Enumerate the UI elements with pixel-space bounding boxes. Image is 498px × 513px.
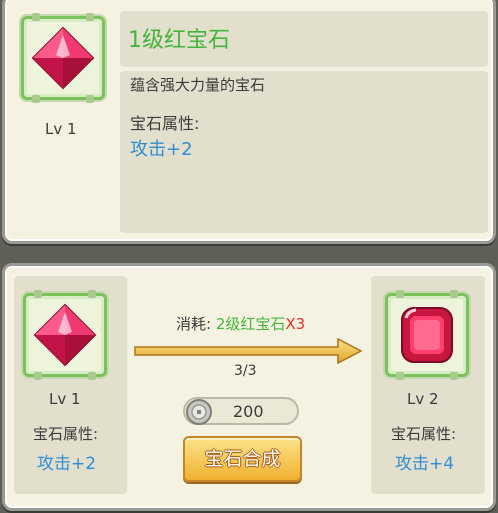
coin-icon bbox=[186, 399, 212, 425]
target-level-label: Lv 2 bbox=[407, 390, 439, 408]
target-attr-label: 宝石属性: bbox=[391, 425, 457, 443]
red-square-gem-icon bbox=[401, 307, 453, 363]
source-attr-label: 宝石属性: bbox=[33, 425, 99, 443]
gem-attr-label: 宝石属性: bbox=[130, 114, 200, 133]
red-diamond-gem-icon bbox=[33, 303, 97, 367]
target-attr-value: 攻击+4 bbox=[395, 454, 455, 474]
coin-cost-field: 200 bbox=[183, 397, 299, 425]
cost-item: 2级红宝石 bbox=[215, 315, 286, 333]
gem-description-text: 蕴含强大力量的宝石 bbox=[130, 76, 266, 94]
gem-slot[interactable] bbox=[21, 13, 105, 103]
source-level-label: Lv 1 bbox=[49, 390, 81, 408]
gem-name-title: 1级红宝石 bbox=[128, 28, 230, 53]
source-gem-slot[interactable] bbox=[23, 290, 107, 380]
arrow-right-icon bbox=[134, 338, 363, 364]
gem-level-label: Lv 1 bbox=[45, 120, 77, 138]
coin-amount: 200 bbox=[233, 402, 264, 421]
cost-line: 消耗: 2级红宝石X3 bbox=[176, 313, 305, 334]
cost-label: 消耗: bbox=[176, 315, 212, 333]
target-gem-slot[interactable] bbox=[385, 290, 469, 380]
progress-label: 3/3 bbox=[234, 363, 257, 379]
source-attr-value: 攻击+2 bbox=[37, 454, 97, 474]
gem-compose-button[interactable]: 宝石合成 bbox=[183, 436, 302, 482]
red-diamond-gem-icon bbox=[31, 26, 95, 90]
cost-multiplier: X3 bbox=[285, 315, 306, 333]
gem-attr-value: 攻击+2 bbox=[130, 139, 193, 160]
